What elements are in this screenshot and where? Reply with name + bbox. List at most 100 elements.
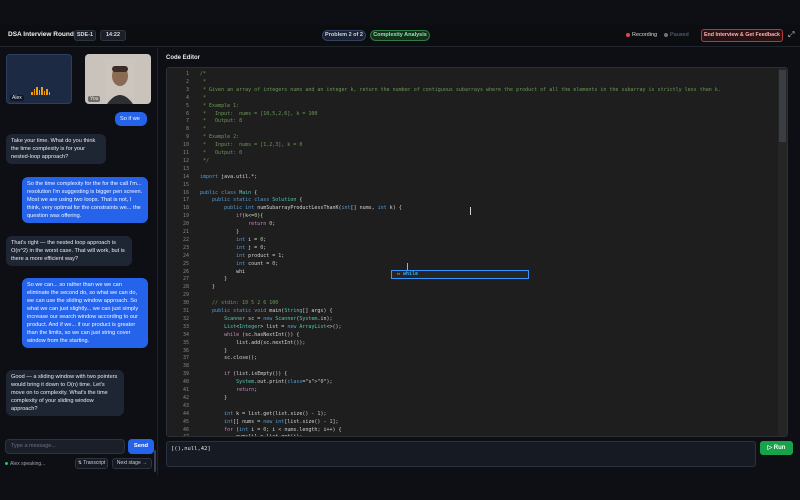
message-input[interactable]: Type a message... xyxy=(5,439,125,454)
paused-dot-icon xyxy=(664,32,668,37)
line-number: 9 xyxy=(185,134,189,141)
line-number: 44 xyxy=(182,410,189,417)
code-line[interactable]: public class Main { xyxy=(200,190,257,196)
phase-badge: Complexity Analysis xyxy=(370,30,430,41)
line-number: 12 xyxy=(182,157,189,164)
code-line[interactable]: list.add(sc.nextInt()); xyxy=(200,340,305,346)
code-line[interactable]: * xyxy=(200,126,206,132)
line-number: 32 xyxy=(182,315,189,322)
line-number: 4 xyxy=(185,94,189,101)
code-line[interactable]: * Output: 0 xyxy=(200,150,242,156)
chat-message-interviewer: That's right — the nested loop approach … xyxy=(6,236,132,266)
code-line[interactable]: int k = list.get(list.size() - 1); xyxy=(200,411,326,417)
code-editor[interactable]: 1 /* 2 * 3 * Given an array of integers num… xyxy=(166,67,788,437)
line-number: 22 xyxy=(182,236,189,243)
code-line[interactable]: public static class Solution { xyxy=(200,197,302,203)
transcript-button[interactable]: ⇅ Transcript xyxy=(75,458,108,469)
speaking-dot-icon xyxy=(5,462,8,465)
level-badge: SDE-1 xyxy=(74,30,96,41)
line-number: 3 xyxy=(185,86,189,93)
code-line[interactable]: int product = 1; xyxy=(200,253,284,259)
run-button[interactable]: ▷ Run xyxy=(760,441,793,455)
line-number: 8 xyxy=(185,126,189,133)
code-line[interactable]: * Input: nums = [10,5,2,6], k = 100 xyxy=(200,111,317,117)
recording-dot-icon xyxy=(626,32,630,37)
line-number: 25 xyxy=(182,260,189,267)
code-line[interactable]: } xyxy=(200,395,227,401)
paused-status[interactable]: Paused xyxy=(664,32,689,38)
line-number: 45 xyxy=(182,418,189,425)
code-line[interactable]: List<Integer> list = new ArrayList<>(); xyxy=(200,324,341,330)
code-line[interactable]: public int numSubarrayProductLessThanK(i… xyxy=(200,205,402,211)
code-line[interactable]: } xyxy=(200,229,239,235)
line-number: 40 xyxy=(182,379,189,386)
code-line[interactable]: int j = 0; xyxy=(200,245,266,251)
code-line[interactable]: int i = 0; xyxy=(200,237,266,243)
next-stage-button[interactable]: Next stage → xyxy=(112,458,152,469)
chat-message-interviewer: Good — a sliding window with two pointer… xyxy=(6,370,124,416)
chat-message-candidate: So the time complexity for the for the c… xyxy=(22,177,148,223)
chat-scrollbar[interactable] xyxy=(154,450,156,472)
line-number: 20 xyxy=(182,221,189,228)
expand-icon[interactable]: ⤢ xyxy=(788,31,796,39)
code-line[interactable]: return 0; xyxy=(200,221,275,227)
code-line[interactable]: for (int i = 0; i < nums.length; i++) { xyxy=(200,427,341,433)
code-line[interactable]: whi xyxy=(200,269,245,275)
code-line[interactable]: if (list.isEmpty()) { xyxy=(200,371,287,377)
code-line[interactable]: System.out.print(class="s">"0"); xyxy=(200,379,332,385)
paused-label: Paused xyxy=(670,32,689,38)
mouse-cursor-icon xyxy=(470,207,471,215)
recording-status: Recording xyxy=(626,32,657,38)
editor-scrollbar[interactable] xyxy=(778,68,787,436)
stdin-box[interactable]: [(),null,42] xyxy=(166,441,756,467)
chat-message-candidate: So if we xyxy=(115,112,147,126)
code-line[interactable]: import java.util.*; xyxy=(200,174,257,180)
code-line[interactable]: * Example 2: xyxy=(200,134,239,140)
autocomplete-item[interactable]: while xyxy=(403,271,418,277)
code-line[interactable]: int[] nums = new int[list.size() - 1]; xyxy=(200,419,338,425)
line-number: 42 xyxy=(182,394,189,401)
candidate-name: You xyxy=(88,96,101,102)
code-line[interactable]: int count = 0; xyxy=(200,261,278,267)
code-line[interactable]: * xyxy=(200,79,206,85)
line-number: 47 xyxy=(167,434,189,436)
code-line[interactable]: return; xyxy=(200,387,257,393)
problem-indicator: Problem 2 of 2 xyxy=(322,30,366,41)
code-line[interactable]: // stdin: 10 5 2 6 100 xyxy=(200,300,278,306)
code-line[interactable]: while (sc.hasNextInt()) { xyxy=(200,332,299,338)
line-number: 23 xyxy=(182,244,189,251)
chat-message-candidate: So we can... so rather than we we can el… xyxy=(22,278,148,348)
stdin-value[interactable]: [(),null,42] xyxy=(171,446,211,452)
autocomplete-popup[interactable]: ▭ while xyxy=(391,270,529,279)
speaking-label: Alex speaking... xyxy=(10,461,46,467)
code-line[interactable]: * xyxy=(200,95,206,101)
line-number: 7 xyxy=(185,118,189,125)
code-line[interactable]: * Output: 8 xyxy=(200,118,242,124)
code-line[interactable]: sc.close(); xyxy=(200,355,257,361)
line-number: 34 xyxy=(182,331,189,338)
end-interview-button[interactable]: End Interview & Get Feedback xyxy=(701,29,783,42)
code-line[interactable]: nums[i] = list.get(i); xyxy=(200,434,302,436)
editor-scroll-thumb[interactable] xyxy=(779,70,786,142)
top-bar: DSA Interview Round SDE-1 14:22 Problem … xyxy=(0,25,800,47)
recording-label: Recording xyxy=(632,32,658,38)
line-number: 5 xyxy=(185,102,189,109)
line-number: 36 xyxy=(182,347,189,354)
code-line[interactable]: * Input: nums = [1,2,3], k = 0 xyxy=(200,142,302,148)
code-line[interactable]: if(k<=0){ xyxy=(200,213,263,219)
speaking-status: Alex speaking... xyxy=(5,461,45,467)
code-line[interactable]: public static void main(String[] args) { xyxy=(200,308,332,314)
code-line[interactable]: */ xyxy=(200,158,209,164)
code-line[interactable]: Scanner sc = new Scanner(System.in); xyxy=(200,316,332,322)
code-line[interactable]: * Example 1: xyxy=(200,103,239,109)
line-number: 1 xyxy=(185,71,189,77)
code-line[interactable]: } xyxy=(200,348,227,354)
line-number: 41 xyxy=(182,387,189,393)
app-title: DSA Interview Round xyxy=(8,31,74,38)
send-button[interactable]: Send xyxy=(128,439,154,454)
code-line[interactable]: } xyxy=(200,276,227,282)
code-line[interactable]: /* xyxy=(200,71,206,77)
code-line[interactable]: } xyxy=(200,284,215,290)
code-line[interactable]: * Given an array of integers nums and an… xyxy=(200,87,721,93)
line-number: 28 xyxy=(182,284,189,291)
